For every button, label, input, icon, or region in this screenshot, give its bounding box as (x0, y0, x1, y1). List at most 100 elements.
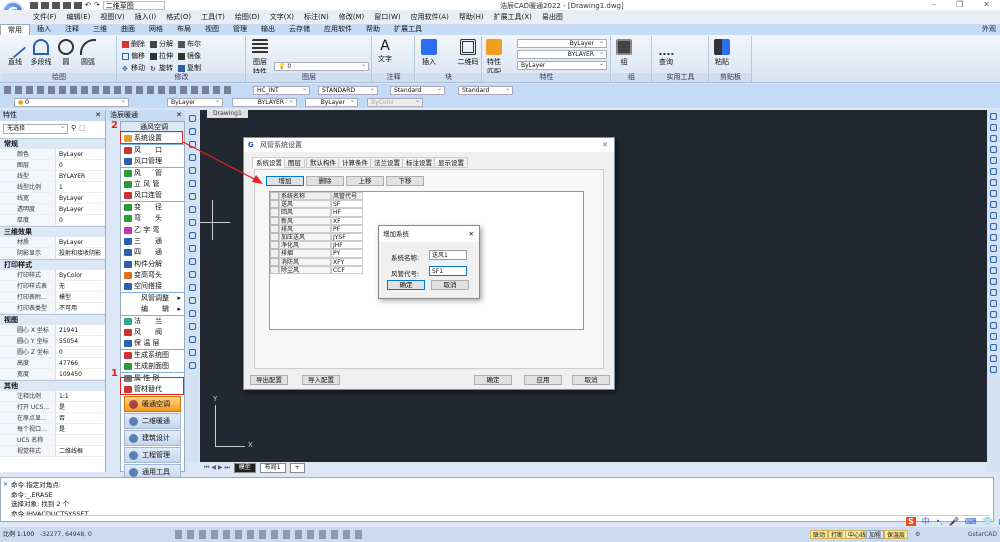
sc-icon[interactable] (990, 322, 997, 329)
move-up-button[interactable]: 上移 (346, 176, 384, 186)
ime-mode[interactable]: 中 (922, 516, 930, 527)
menu-modify[interactable]: 修改(M) (334, 10, 370, 24)
polyline-icon[interactable] (189, 128, 196, 135)
property-value[interactable]: 0 (55, 215, 105, 225)
menu-item[interactable]: 风 阀 (121, 327, 184, 338)
menu-item[interactable]: 风 管 (121, 168, 184, 179)
property-value[interactable]: 21941 (55, 325, 105, 335)
ribbon-linetype-combo[interactable]: BYLAYER (517, 49, 607, 59)
row-header-cell[interactable] (270, 257, 279, 266)
orbit-icon[interactable] (990, 135, 997, 142)
annot-icon[interactable] (990, 333, 997, 340)
group-button[interactable]: 组 (615, 39, 633, 67)
mic-icon[interactable]: 🎤 (949, 517, 959, 526)
menu-item[interactable]: 风管调整 ▸ (121, 293, 184, 304)
redo-icon[interactable]: ↷ (94, 1, 100, 9)
tab-annotate[interactable]: 注释 (58, 24, 86, 35)
rotate-button[interactable]: ↻ 旋转 (150, 63, 173, 73)
text-button[interactable]: A 文字 (376, 38, 394, 64)
menu-text[interactable]: 文字(X) (265, 10, 299, 24)
property-section-header[interactable]: 常规 (0, 138, 105, 149)
linetype-combo[interactable]: BYLAYER (232, 97, 297, 107)
menu-item[interactable]: 四 通 (121, 247, 184, 258)
property-value[interactable]: 0 (55, 347, 105, 357)
tab-layout[interactable]: 布局 (170, 24, 198, 35)
property-section-header[interactable]: 三维效果 (0, 226, 105, 237)
hatch-icon[interactable] (189, 297, 196, 304)
toggle-link[interactable]: 联动 (810, 530, 829, 539)
menu-format[interactable]: 格式(O) (161, 10, 196, 24)
ortho-icon[interactable] (990, 223, 997, 230)
system-name-cell[interactable]: 送风 (279, 200, 331, 209)
tab-output[interactable]: 输出 (254, 24, 282, 35)
category-button[interactable]: 二维暖通 (124, 413, 181, 430)
layer-icon[interactable] (990, 190, 997, 197)
system-name-cell[interactable]: 除尘风 (279, 265, 331, 274)
ucs-icon[interactable] (990, 278, 997, 285)
menu-window[interactable]: 窗口(W) (369, 10, 405, 24)
dim-style-combo[interactable]: STANDARD (318, 85, 378, 95)
scale-indicator[interactable]: 比例 1:100 (3, 527, 34, 542)
menu-item[interactable]: 立 风 管 (121, 179, 184, 190)
property-value[interactable]: 1:1 (55, 391, 105, 401)
new-icon[interactable] (30, 1, 38, 9)
menu-item[interactable]: 生成剖面图 (121, 361, 184, 373)
menu-item[interactable]: 保 温 层 (121, 338, 184, 350)
layer-properties-button[interactable]: 图层特性 (250, 39, 270, 77)
row-header-cell[interactable] (270, 232, 279, 242)
tab-ext-tools[interactable]: 扩展工具 (387, 24, 429, 35)
system-name-cell[interactable]: 净化风 (279, 241, 331, 250)
standard-toolbar-icons[interactable] (4, 86, 234, 94)
property-section-header[interactable]: 其他 (0, 380, 105, 391)
table-row[interactable]: 回风 HF (270, 208, 583, 217)
apply-button[interactable]: 应用 (524, 375, 562, 385)
duct-code-cell[interactable]: CCF (331, 265, 363, 274)
property-value[interactable]: ByLayer (55, 149, 105, 159)
tab-cloud[interactable]: 云存储 (282, 24, 317, 35)
system-name-cell[interactable]: 加压送风 (279, 232, 331, 242)
menu-dimension[interactable]: 标注(N) (299, 10, 334, 24)
tab-home[interactable]: 常用 (0, 24, 30, 35)
duct-code-cell[interactable]: PF (331, 224, 363, 233)
menu-tools[interactable]: 工具(T) (196, 10, 230, 24)
appearance-menu[interactable]: 外观 (982, 24, 996, 35)
circle-icon[interactable] (189, 193, 196, 200)
export-config-button[interactable]: 导出配置 (250, 375, 288, 385)
duct-code-cell[interactable]: PY (331, 249, 363, 258)
menu-item[interactable]: 构件分解 (121, 259, 184, 270)
tab-model[interactable]: 模型 (233, 463, 256, 473)
category-button[interactable]: 建筑设计 (124, 430, 181, 447)
quick-select-icon[interactable]: ⚲ (71, 124, 76, 135)
dialog-tab[interactable]: 标注设置 (402, 157, 436, 168)
table-style-combo[interactable]: Standard (390, 85, 445, 95)
print-icon[interactable] (74, 1, 82, 9)
close-icon[interactable]: ✕ (176, 110, 182, 121)
pan-icon[interactable] (990, 124, 997, 131)
property-section-header[interactable]: 视图 (0, 314, 105, 325)
menu-view[interactable]: 视图(V) (95, 10, 129, 24)
toggle-break[interactable]: 打断 (828, 530, 847, 539)
copy-button[interactable]: 复制 (178, 63, 201, 73)
ellipse-icon[interactable] (189, 206, 196, 213)
menu-insert[interactable]: 插入(I) (130, 10, 162, 24)
property-value[interactable]: ByLayer (55, 237, 105, 247)
mleader-style-combo[interactable]: Standard (458, 85, 513, 95)
point-icon[interactable] (189, 284, 196, 291)
select-objects-icon[interactable]: ⬚ (79, 124, 86, 135)
sogou-icon[interactable]: S (906, 517, 916, 526)
region-icon[interactable] (189, 323, 196, 330)
duct-code-cell[interactable]: SF (331, 200, 363, 209)
model-icon[interactable] (990, 289, 997, 296)
menu-item[interactable]: 三 通 (121, 236, 184, 247)
stretch-button[interactable]: 拉伸 (150, 51, 173, 61)
import-config-button[interactable]: 导入配置 (302, 375, 340, 385)
property-value[interactable]: BYLAYER (55, 171, 105, 181)
selection-combo[interactable]: 无选择 (3, 123, 68, 134)
add-selected-icon[interactable] (189, 362, 196, 369)
row-header-cell[interactable] (270, 241, 279, 250)
dialog-tab[interactable]: 显示设置 (434, 157, 468, 168)
mtext-icon[interactable] (189, 349, 196, 356)
ok-button[interactable]: 确定 (474, 375, 512, 385)
property-value[interactable]: 55054 (55, 336, 105, 346)
system-name-input[interactable]: 送风1 (429, 250, 467, 260)
